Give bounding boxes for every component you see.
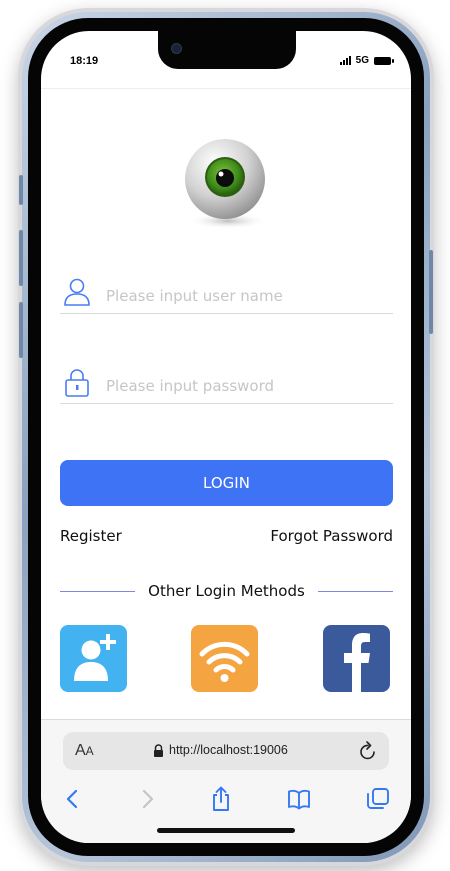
status-indicators: 5G bbox=[339, 55, 394, 66]
status-divider bbox=[41, 88, 411, 89]
browser-bar: AA http://localhost:19006 bbox=[41, 719, 411, 843]
notch bbox=[158, 31, 296, 69]
bookmarks-icon[interactable] bbox=[287, 786, 311, 812]
url-text: http://localhost:19006 bbox=[169, 743, 288, 757]
password-input[interactable] bbox=[106, 374, 386, 398]
network-type: 5G bbox=[355, 55, 369, 66]
wifi-icon bbox=[199, 641, 250, 682]
home-indicator bbox=[157, 828, 295, 833]
lock-icon bbox=[65, 369, 89, 397]
back-icon[interactable] bbox=[61, 786, 85, 812]
divider-line-left bbox=[60, 591, 135, 592]
other-login-divider: Other Login Methods bbox=[60, 580, 393, 604]
front-camera bbox=[171, 43, 182, 54]
signal-icon bbox=[339, 56, 351, 65]
text-size-button[interactable]: AA bbox=[75, 742, 94, 760]
contact-login-button[interactable] bbox=[60, 625, 127, 692]
facebook-icon bbox=[344, 633, 370, 692]
password-field bbox=[60, 361, 393, 404]
reload-icon[interactable] bbox=[359, 741, 377, 761]
power-button bbox=[429, 250, 433, 334]
login-button[interactable]: LOGIN bbox=[60, 460, 393, 506]
wifi-login-button[interactable] bbox=[191, 625, 258, 692]
status-bar: 18:19 5G bbox=[41, 31, 411, 89]
share-icon[interactable] bbox=[209, 786, 233, 812]
divider-line-right bbox=[318, 591, 393, 592]
silent-switch bbox=[19, 175, 23, 205]
eye-logo bbox=[185, 139, 268, 229]
lock-icon bbox=[154, 744, 163, 757]
status-time: 18:19 bbox=[70, 55, 99, 67]
user-icon bbox=[64, 278, 90, 306]
other-login-title: Other Login Methods bbox=[148, 582, 305, 600]
volume-down-button bbox=[19, 302, 23, 358]
username-field bbox=[60, 271, 393, 314]
register-link[interactable]: Register bbox=[60, 527, 122, 545]
facebook-login-button[interactable] bbox=[323, 625, 390, 692]
tabs-icon[interactable] bbox=[366, 786, 390, 812]
add-contact-icon bbox=[74, 634, 116, 681]
address-bar[interactable]: AA http://localhost:19006 bbox=[63, 732, 389, 770]
username-input[interactable] bbox=[106, 284, 386, 308]
forward-icon[interactable] bbox=[135, 786, 159, 812]
volume-up-button bbox=[19, 230, 23, 286]
forgot-password-link[interactable]: Forgot Password bbox=[270, 527, 393, 545]
battery-icon bbox=[374, 56, 394, 65]
phone-screen: 18:19 5G Please input user name LOGIN Re… bbox=[41, 31, 411, 843]
